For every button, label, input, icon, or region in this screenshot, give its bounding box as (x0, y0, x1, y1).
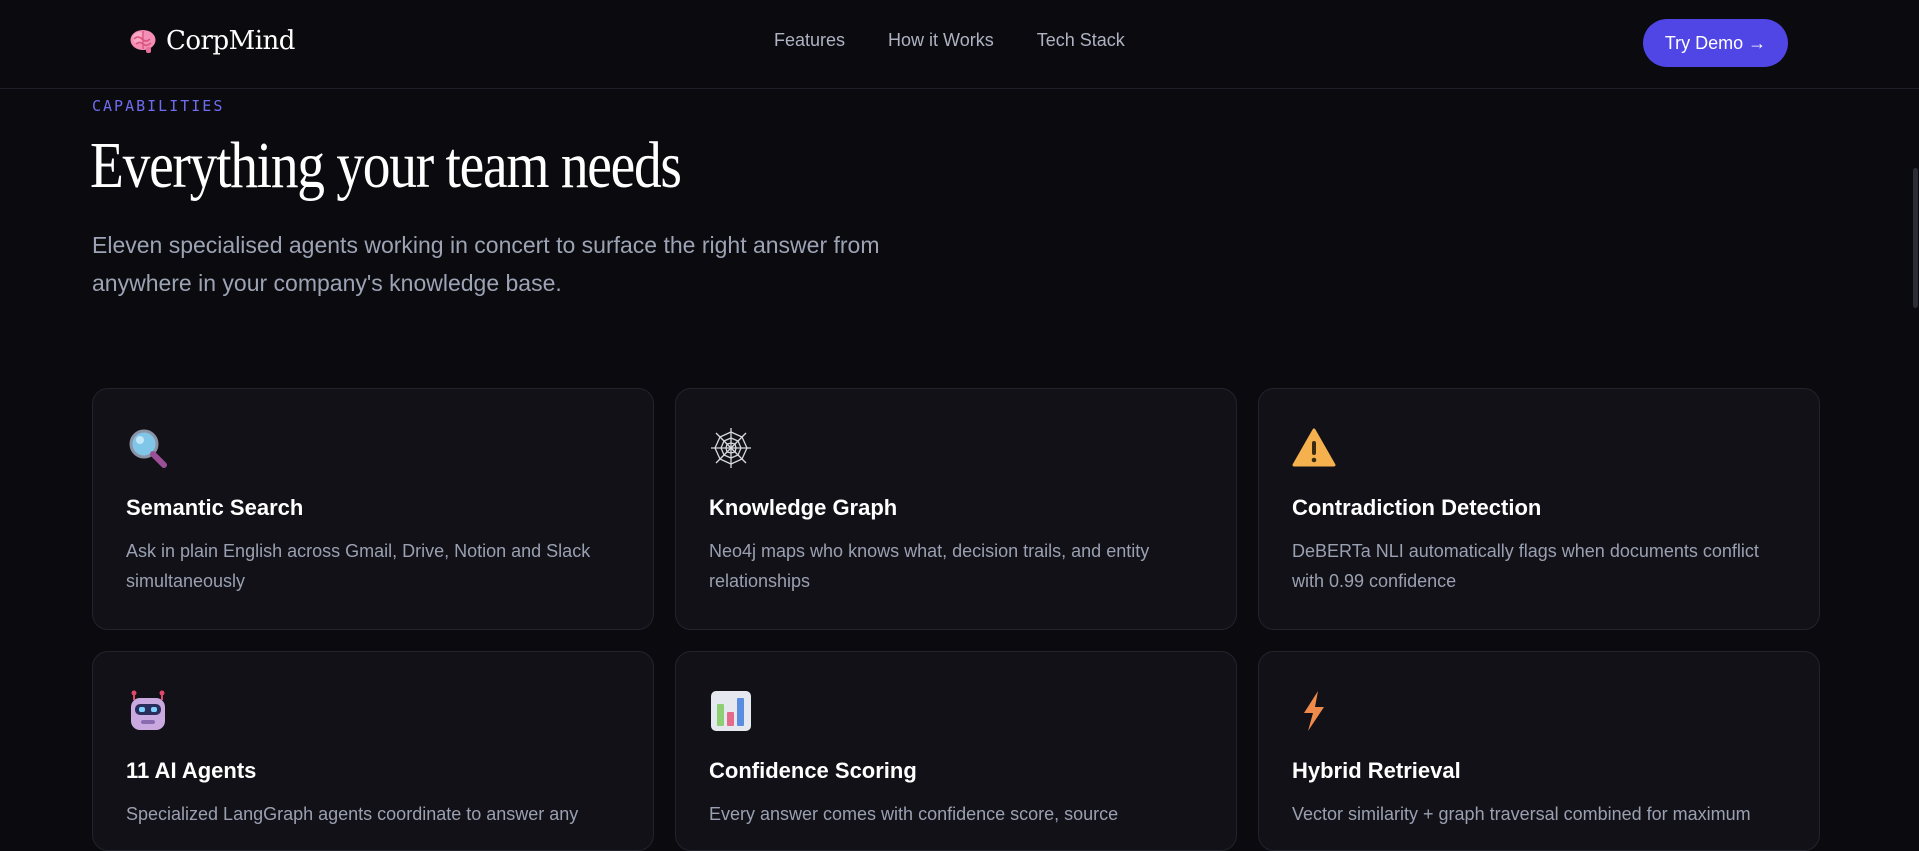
card-title: Contradiction Detection (1292, 495, 1542, 520)
nav-links: Features How it Works Tech Stack (774, 30, 1125, 51)
card-description: Ask in plain English across Gmail, Drive… (126, 541, 591, 591)
card-description: Specialized LangGraph agents coordinate … (126, 804, 579, 824)
bar-chart-icon (711, 691, 751, 731)
feature-card-hybrid-retrieval[interactable]: Hybrid Retrieval Vector similarity + gra… (1258, 651, 1820, 851)
feature-card-contradiction-detection[interactable]: Contradiction Detection DeBERTa NLI auto… (1258, 388, 1820, 630)
section-subtitle: Eleven specialised agents working in con… (92, 232, 880, 296)
scrollbar-thumb[interactable] (1913, 168, 1918, 308)
top-navbar: CorpMind Features How it Works Tech Stac… (0, 0, 1919, 89)
card-title: 11 AI Agents (126, 758, 257, 783)
nav-link-features[interactable]: Features (774, 30, 845, 51)
lightning-icon (1304, 691, 1324, 731)
card-description: Neo4j maps who knows what, decision trai… (709, 541, 1150, 591)
nav-link-how-it-works[interactable]: How it Works (888, 30, 994, 51)
card-description: Every answer comes with confidence score… (709, 804, 1119, 824)
brain-icon (130, 30, 156, 53)
feature-card-confidence-scoring[interactable]: Confidence Scoring Every answer comes wi… (675, 651, 1237, 851)
card-description: Vector similarity + graph traversal comb… (1292, 804, 1751, 824)
section-title: Everything your team needs (90, 129, 682, 202)
brand-name: CorpMind (166, 26, 295, 56)
card-title: Semantic Search (126, 495, 304, 520)
brand-logo[interactable]: CorpMind (128, 26, 295, 56)
feature-card-semantic-search[interactable]: Semantic Search Ask in plain English acr… (92, 388, 654, 630)
section-eyebrow: CAPABILITIES (92, 97, 225, 115)
card-description: DeBERTa NLI automatically flags when doc… (1292, 541, 1759, 591)
feature-card-ai-agents[interactable]: 11 AI Agents Specialized LangGraph agent… (92, 651, 654, 851)
feature-card-knowledge-graph[interactable]: Knowledge Graph Neo4j maps who knows wha… (675, 388, 1237, 630)
magnifier-icon (129, 429, 167, 468)
card-title: Knowledge Graph (709, 495, 898, 520)
card-title: Hybrid Retrieval (1292, 758, 1461, 783)
spider-web-icon (711, 428, 751, 468)
robot-icon (131, 690, 165, 730)
nav-link-tech-stack[interactable]: Tech Stack (1037, 30, 1125, 51)
card-title: Confidence Scoring (709, 758, 917, 783)
warning-icon (1292, 428, 1336, 467)
try-demo-button[interactable]: Try Demo → (1643, 19, 1788, 67)
